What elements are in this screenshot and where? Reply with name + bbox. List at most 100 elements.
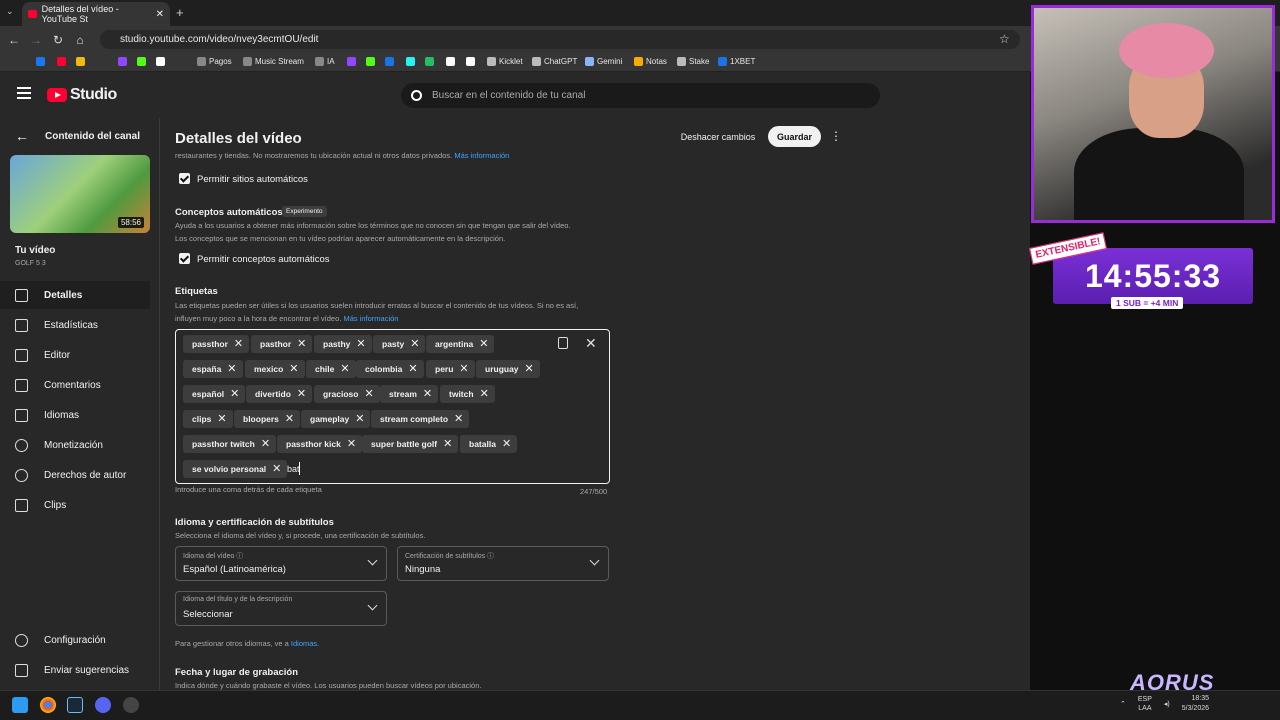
undo-changes-button[interactable]: Deshacer cambios: [675, 126, 761, 147]
tab-search-icon[interactable]: ⌄: [6, 6, 14, 17]
remove-tag-icon[interactable]: ✕: [355, 413, 364, 425]
studio-logo[interactable]: Studio: [47, 86, 117, 104]
bookmark-item[interactable]: Kicklet: [487, 57, 523, 66]
bookmark-item[interactable]: [366, 57, 375, 66]
remove-tag-icon[interactable]: ✕: [230, 388, 239, 400]
sidebar-item-feedback[interactable]: Enviar sugerencias: [0, 656, 150, 684]
bookmark-item[interactable]: Notas: [634, 57, 667, 66]
bookmark-item[interactable]: [118, 57, 127, 66]
home-icon[interactable]: ⌂: [69, 33, 91, 47]
remove-tag-icon[interactable]: ✕: [443, 438, 452, 450]
remove-tag-icon[interactable]: ✕: [525, 363, 534, 375]
bookmark-item[interactable]: [36, 57, 45, 66]
sidebar-item-comentarios[interactable]: Comentarios: [0, 371, 150, 399]
reload-icon[interactable]: ↻: [47, 33, 69, 47]
bookmark-item[interactable]: [57, 57, 66, 66]
remove-tag-icon[interactable]: ✕: [261, 438, 270, 450]
allow-places-checkbox[interactable]: [179, 173, 190, 184]
back-to-content-button[interactable]: ← Contenido del canal: [15, 128, 140, 144]
tag-typing-input[interactable]: bat: [287, 464, 300, 474]
bookmark-item[interactable]: 1XBET: [718, 57, 755, 66]
sidebar-item-monetización[interactable]: Monetización: [0, 431, 150, 459]
bookmark-item[interactable]: [385, 57, 394, 66]
languages-link[interactable]: Idiomas.: [291, 639, 319, 648]
bookmark-star-icon[interactable]: ☆: [999, 32, 1010, 46]
windows-start-icon[interactable]: [12, 697, 28, 713]
sidebar-item-derechos-de-autor[interactable]: Derechos de autor: [0, 461, 150, 489]
volume-icon[interactable]: ◂): [1164, 700, 1170, 708]
more-options-icon[interactable]: ⋮: [830, 129, 842, 143]
new-tab-button[interactable]: +: [176, 5, 184, 20]
sidebar-item-settings[interactable]: Configuración: [0, 626, 150, 654]
bookmark-icon: [315, 57, 324, 66]
video-thumbnail[interactable]: 58:56: [10, 155, 150, 233]
bookmark-item[interactable]: [76, 57, 85, 66]
discord-icon[interactable]: [95, 697, 111, 713]
forward-arrow-icon[interactable]: →: [25, 33, 47, 47]
bookmark-item[interactable]: Pagos: [197, 57, 232, 66]
bookmark-item[interactable]: [137, 57, 146, 66]
bookmark-item[interactable]: Stake: [677, 57, 709, 66]
sidebar-item-detalles[interactable]: Detalles: [0, 281, 150, 309]
remove-tag-icon[interactable]: ✕: [347, 438, 356, 450]
sidebar-item-editor[interactable]: Editor: [0, 341, 150, 369]
remove-tag-icon[interactable]: ✕: [459, 363, 468, 375]
remove-tag-icon[interactable]: ✕: [364, 388, 373, 400]
back-arrow-icon[interactable]: ←: [3, 33, 25, 47]
remove-tag-icon[interactable]: ✕: [479, 338, 488, 350]
tab-title: Detalles del vídeo - YouTube St: [41, 4, 119, 24]
remove-tag-icon[interactable]: ✕: [423, 388, 432, 400]
search-input[interactable]: Buscar en el contenido de tu canal: [401, 83, 880, 108]
remove-tag-icon[interactable]: ✕: [408, 363, 417, 375]
chrome-icon[interactable]: [40, 697, 56, 713]
manage-languages-text: Para gestionar otros idiomas, ve a Idiom…: [175, 639, 320, 648]
save-button[interactable]: Guardar: [768, 126, 821, 147]
tag-label: clips: [192, 414, 212, 424]
bookmark-item[interactable]: [156, 57, 165, 66]
sidebar-item-estadísticas[interactable]: Estadísticas: [0, 311, 150, 339]
app-icon[interactable]: [123, 697, 139, 713]
remove-tag-icon[interactable]: ✕: [480, 388, 489, 400]
tag-chip: gracioso ✕: [314, 385, 380, 403]
remove-tag-icon[interactable]: ✕: [227, 363, 236, 375]
remove-tag-icon[interactable]: ✕: [289, 363, 298, 375]
remove-tag-icon[interactable]: ✕: [410, 338, 419, 350]
bookmark-item[interactable]: ChatGPT: [532, 57, 577, 66]
bookmark-item[interactable]: [406, 57, 415, 66]
menu-icon[interactable]: [17, 87, 31, 99]
bookmark-item[interactable]: Music Stream: [243, 57, 304, 66]
tag-label: mexico: [254, 364, 284, 374]
url-field[interactable]: studio.youtube.com/video/nvey3ecmtOU/edi…: [100, 30, 1020, 49]
remove-tag-icon[interactable]: ✕: [356, 338, 365, 350]
sidebar-item-clips[interactable]: Clips: [0, 491, 150, 519]
remove-tag-icon[interactable]: ✕: [297, 338, 306, 350]
clock[interactable]: 18:35 5/3/2026: [1182, 694, 1209, 714]
sidebar-item-idiomas[interactable]: Idiomas: [0, 401, 150, 429]
bookmark-item[interactable]: IA: [315, 57, 335, 66]
clear-tags-icon[interactable]: ✕: [585, 335, 597, 352]
tags-more-info-link[interactable]: Más información: [343, 314, 398, 323]
remove-tag-icon[interactable]: ✕: [217, 413, 226, 425]
tray-expand-icon[interactable]: ⌃: [1120, 700, 1126, 708]
browser-tab[interactable]: Detalles del vídeo - YouTube St ✕: [22, 2, 170, 26]
caption-certification-select[interactable]: Certificación de subtítulos ⓘ Ninguna: [397, 546, 609, 581]
remove-tag-icon[interactable]: ✕: [272, 463, 281, 475]
bookmark-item[interactable]: [347, 57, 356, 66]
bookmark-item[interactable]: Gemini: [585, 57, 622, 66]
allow-concepts-checkbox[interactable]: [179, 253, 190, 264]
remove-tag-icon[interactable]: ✕: [297, 388, 306, 400]
remove-tag-icon[interactable]: ✕: [234, 338, 243, 350]
steam-icon[interactable]: [67, 697, 83, 713]
bookmark-item[interactable]: [466, 57, 475, 66]
bookmark-item[interactable]: [446, 57, 455, 66]
remove-tag-icon[interactable]: ✕: [454, 413, 463, 425]
remove-tag-icon[interactable]: ✕: [502, 438, 511, 450]
remove-tag-icon[interactable]: ✕: [285, 413, 294, 425]
bookmark-item[interactable]: [425, 57, 434, 66]
title-language-select[interactable]: Idioma del título y de la descripción Se…: [175, 591, 387, 626]
tab-close-icon[interactable]: ✕: [156, 9, 164, 20]
remove-tag-icon[interactable]: ✕: [340, 363, 349, 375]
video-language-select[interactable]: Idioma del vídeo ⓘ Español (Latinoaméric…: [175, 546, 387, 581]
copy-icon[interactable]: [558, 337, 568, 349]
language-indicator[interactable]: ESP LAA: [1138, 695, 1152, 713]
